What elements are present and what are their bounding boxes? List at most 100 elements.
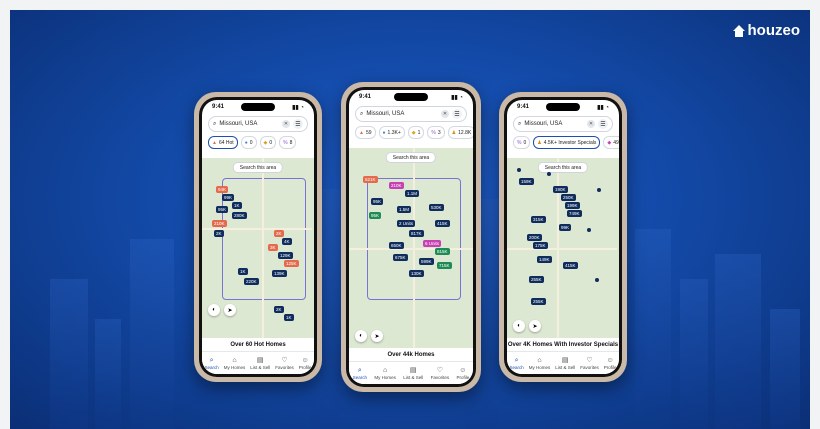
map-view[interactable]: Search this area 621K 210K 1.1M 95K 1.5M… — [349, 148, 473, 348]
map-pin[interactable]: 2K — [214, 230, 224, 237]
tab-list-sell[interactable]: ▤ List & Sell — [403, 367, 423, 380]
map-pin[interactable]: 530K — [429, 204, 444, 211]
layers-button[interactable]: ◐ — [208, 304, 220, 316]
map-pin[interactable]: 175K — [533, 242, 548, 249]
chip-pin[interactable]: ● 1.3K+ — [378, 126, 405, 139]
pin-icon: ● — [382, 129, 386, 136]
map-pin[interactable]: 255K — [529, 276, 544, 283]
map-pin[interactable]: 815K — [435, 248, 450, 255]
tab-profile[interactable]: ☺ Profile — [604, 357, 617, 370]
search-area-button[interactable]: Search this area — [232, 162, 284, 173]
search-area-button[interactable]: Search this area — [385, 152, 437, 163]
map-pin[interactable]: 99K — [559, 224, 572, 231]
tab-profile[interactable]: ☺ Profile — [457, 367, 470, 380]
map-pin[interactable]: 817K — [409, 230, 424, 237]
chip-percent[interactable]: % 3 — [427, 126, 445, 139]
map-pin[interactable]: 94K — [216, 186, 229, 193]
map-pin[interactable]: 2K — [274, 306, 284, 313]
map-pin[interactable]: 715K — [437, 262, 452, 269]
chip-percent[interactable]: % 8 — [279, 136, 297, 149]
chip-investor[interactable]: ♟ 12.8K — [447, 126, 473, 139]
clear-icon[interactable]: ✕ — [587, 120, 595, 128]
results-sheet[interactable]: Over 60 Hot Homes — [202, 338, 314, 352]
chip-percent[interactable]: % 0 — [513, 136, 531, 149]
locate-button[interactable]: ➤ — [371, 330, 383, 342]
map-pin[interactable]: 4K — [282, 238, 292, 245]
map-pin[interactable]: 599K — [419, 258, 434, 265]
map-pin[interactable]: 95K — [216, 206, 229, 213]
tab-list-sell[interactable]: ▤ List & Sell — [555, 357, 575, 370]
clear-icon[interactable]: ✕ — [441, 110, 449, 118]
map-pin[interactable]: 1.5M — [397, 206, 412, 213]
tab-my-homes[interactable]: ⌂ My Homes — [529, 357, 551, 370]
search-input[interactable]: ⌕ Missouri, USA ✕ ☰ — [208, 116, 308, 132]
map-pin[interactable]: 650K — [389, 242, 404, 249]
map-pin[interactable]: 3K — [268, 244, 278, 251]
tab-my-homes[interactable]: ⌂ My Homes — [374, 367, 396, 380]
map-pin[interactable]: 210K — [389, 182, 404, 189]
map-pin[interactable]: 129K — [278, 252, 293, 259]
map-pin[interactable]: 149K — [537, 256, 552, 263]
layers-button[interactable]: ◐ — [513, 320, 525, 332]
map-pin[interactable]: 190K — [553, 186, 568, 193]
map-pin[interactable]: 99K — [222, 194, 235, 201]
map-pin[interactable]: 125K — [284, 260, 299, 267]
map-pin[interactable]: 200K — [527, 234, 542, 241]
tab-my-homes[interactable]: ⌂ My Homes — [224, 357, 246, 370]
chip-tag[interactable]: ◆ 1 — [407, 126, 425, 139]
map-pin[interactable]: 1K — [232, 202, 242, 209]
map-pin[interactable]: 280K — [232, 212, 247, 219]
map-pin[interactable]: 415K — [435, 220, 450, 227]
map-pin[interactable]: 199K — [565, 202, 580, 209]
map-pin[interactable]: 6 Units — [423, 240, 442, 247]
tab-favorites[interactable]: ♡ Favorites — [431, 367, 450, 380]
map-pin[interactable]: 621K — [363, 176, 378, 183]
map-pin[interactable]: 2 Units — [397, 220, 416, 227]
locate-button[interactable]: ➤ — [224, 304, 236, 316]
map-pin[interactable]: 130K — [409, 270, 424, 277]
search-area-button[interactable]: Search this area — [537, 162, 589, 173]
map-pin[interactable]: 95K — [369, 212, 382, 219]
map-pin[interactable]: 749K — [567, 210, 582, 217]
map-pin[interactable]: 1K — [238, 268, 248, 275]
chip-hot[interactable]: ▲ 64 Hot — [208, 136, 238, 149]
filter-icon[interactable]: ☰ — [452, 109, 462, 119]
chip-tag[interactable]: ◆ 0 — [259, 136, 277, 149]
chip-tag[interactable]: ◆490 — [603, 136, 619, 149]
map-view[interactable]: Search this area 159K 190K 250K 199K 749… — [507, 158, 619, 338]
layers-button[interactable]: ◐ — [355, 330, 367, 342]
tab-profile[interactable]: ☺ Profile — [299, 357, 312, 370]
map-pin[interactable]: 159K — [519, 178, 534, 185]
tab-search[interactable]: ⌕ Search — [204, 357, 218, 370]
results-sheet[interactable]: Over 4K Homes With Investor Specials — [507, 338, 619, 352]
results-sheet[interactable]: Over 44k Homes — [349, 348, 473, 362]
locate-button[interactable]: ➤ — [529, 320, 541, 332]
chip-investor[interactable]: ♟ 4.5K+ Investor Specials — [533, 136, 601, 149]
tab-favorites[interactable]: ♡ Favorites — [580, 357, 599, 370]
search-input[interactable]: ⌕ Missouri, USA ✕ ☰ — [513, 116, 613, 132]
filter-icon[interactable]: ☰ — [598, 119, 608, 129]
tab-favorites[interactable]: ♡ Favorites — [275, 357, 294, 370]
map-pin[interactable]: 210K — [212, 220, 227, 227]
tab-bar: ⌕ Search ⌂ My Homes ▤ List & Sell ♡ Favorite… — [507, 351, 619, 374]
map-pin[interactable]: 315K — [531, 216, 546, 223]
map-pin[interactable]: 220K — [244, 278, 259, 285]
chip-hot[interactable]: ▲ 59 — [355, 126, 376, 139]
map-pin[interactable]: 2K — [274, 230, 284, 237]
map-view[interactable]: Search this area 94K 99K 1K 95K 280K 210… — [202, 158, 314, 338]
map-pin[interactable]: 250K — [561, 194, 576, 201]
map-pin[interactable]: 1K — [284, 314, 294, 321]
map-pin[interactable]: 675K — [393, 254, 408, 261]
map-pin[interactable]: 139K — [272, 270, 287, 277]
chip-pin[interactable]: ● 0 — [240, 136, 257, 149]
tab-search[interactable]: ⌕ Search — [509, 357, 523, 370]
filter-icon[interactable]: ☰ — [293, 119, 303, 129]
map-pin[interactable]: 1.1M — [405, 190, 420, 197]
map-pin[interactable]: 95K — [371, 198, 384, 205]
map-pin[interactable]: 255K — [531, 298, 546, 305]
tab-search[interactable]: ⌕ Search — [353, 367, 367, 380]
map-pin[interactable]: 415K — [563, 262, 578, 269]
search-input[interactable]: ⌕ Missouri, USA ✕ ☰ — [355, 106, 467, 122]
clear-icon[interactable]: ✕ — [282, 120, 290, 128]
tab-list-sell[interactable]: ▤ List & Sell — [250, 357, 270, 370]
